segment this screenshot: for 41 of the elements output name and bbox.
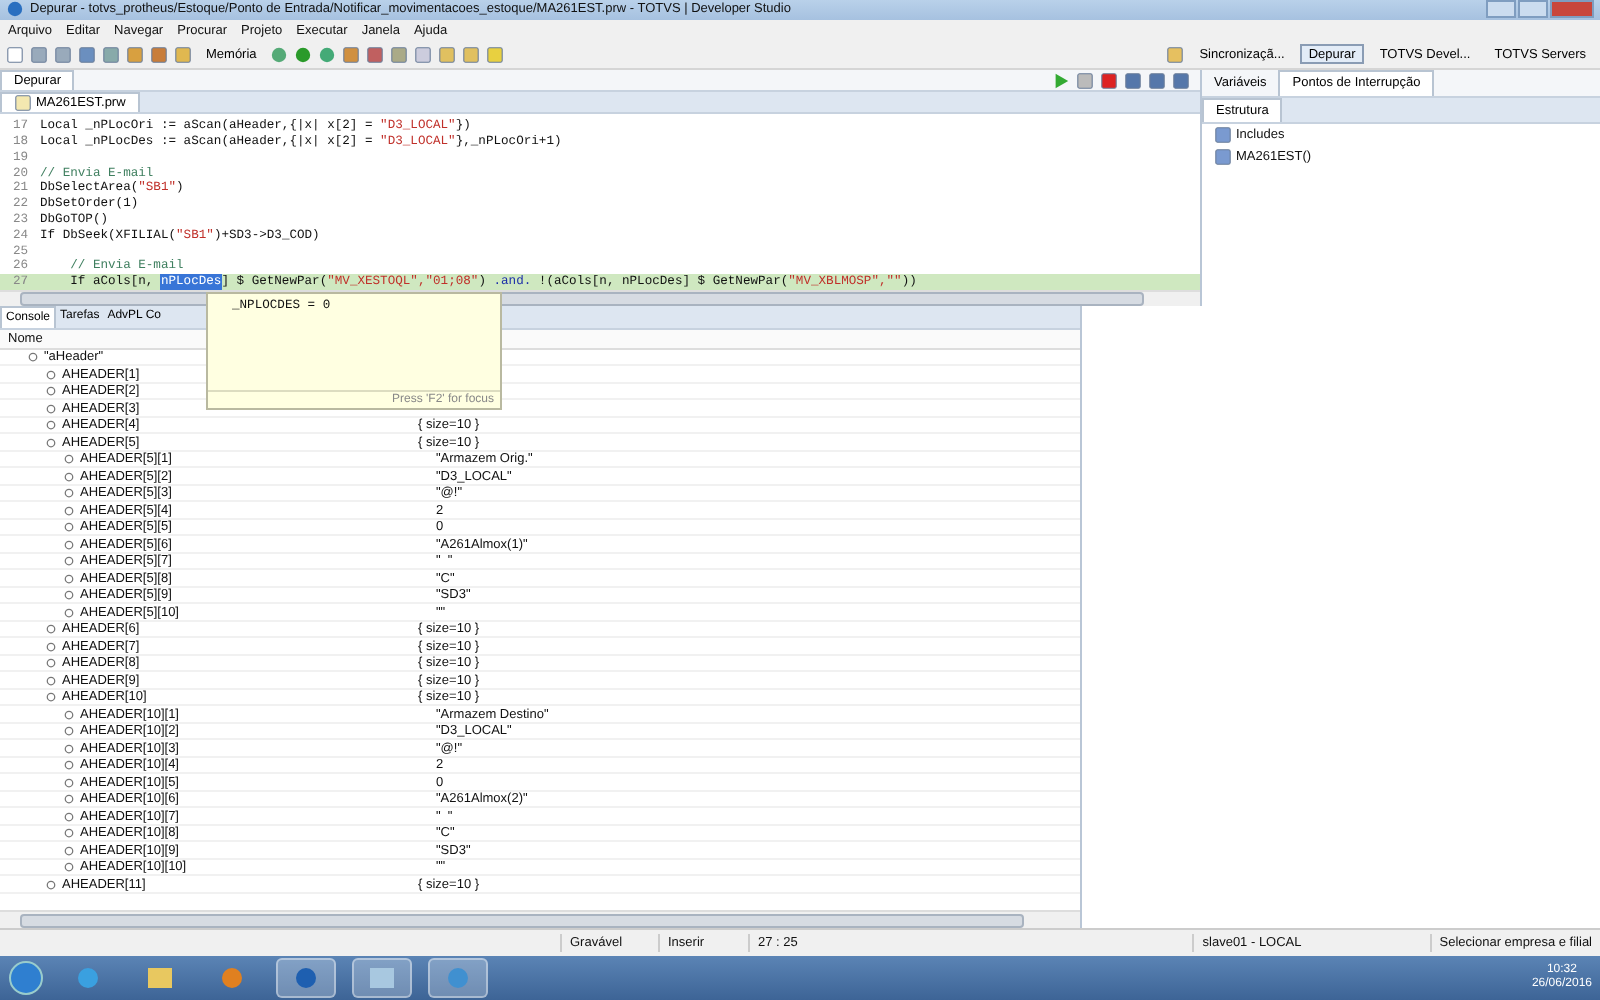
node-icon[interactable] — [64, 709, 74, 720]
node-icon[interactable] — [64, 539, 74, 550]
node-icon[interactable] — [28, 352, 38, 363]
node-icon[interactable] — [46, 420, 56, 431]
node-icon[interactable] — [64, 777, 74, 788]
node-icon[interactable] — [64, 556, 74, 567]
run-icon[interactable] — [294, 45, 313, 64]
node-icon[interactable] — [46, 641, 56, 652]
node-icon[interactable] — [64, 726, 74, 737]
stop-icon[interactable] — [1100, 71, 1118, 90]
node-icon[interactable] — [64, 488, 74, 499]
node-icon[interactable] — [64, 454, 74, 465]
node-icon[interactable] — [46, 386, 56, 397]
node-icon[interactable] — [46, 403, 56, 414]
node-icon[interactable] — [64, 607, 74, 618]
app-icon[interactable] — [6, 0, 24, 19]
node-icon[interactable] — [46, 675, 56, 686]
node-icon[interactable] — [64, 828, 74, 839]
node-icon[interactable] — [64, 862, 74, 873]
node-icon[interactable] — [46, 879, 56, 890]
node-icon[interactable] — [64, 760, 74, 771]
resume-icon[interactable] — [1052, 71, 1070, 90]
maximize-button[interactable] — [1518, 0, 1548, 19]
node-icon[interactable] — [64, 794, 74, 805]
node-icon[interactable] — [46, 369, 56, 380]
node-icon[interactable] — [46, 658, 56, 669]
node-icon[interactable] — [64, 590, 74, 601]
start-button[interactable] — [8, 960, 44, 997]
minimize-button[interactable] — [1486, 0, 1516, 19]
node-icon[interactable] — [64, 573, 74, 584]
node-icon[interactable] — [64, 845, 74, 856]
node-icon[interactable] — [64, 743, 74, 754]
scrollbar-thumb[interactable] — [20, 913, 1024, 928]
node-icon[interactable] — [64, 471, 74, 482]
node-icon[interactable] — [64, 811, 74, 822]
node-icon[interactable] — [46, 437, 56, 448]
close-button[interactable] — [1550, 0, 1594, 19]
node-icon[interactable] — [46, 624, 56, 635]
node-icon[interactable] — [64, 522, 74, 533]
node-icon[interactable] — [46, 692, 56, 703]
node-icon[interactable] — [64, 505, 74, 516]
